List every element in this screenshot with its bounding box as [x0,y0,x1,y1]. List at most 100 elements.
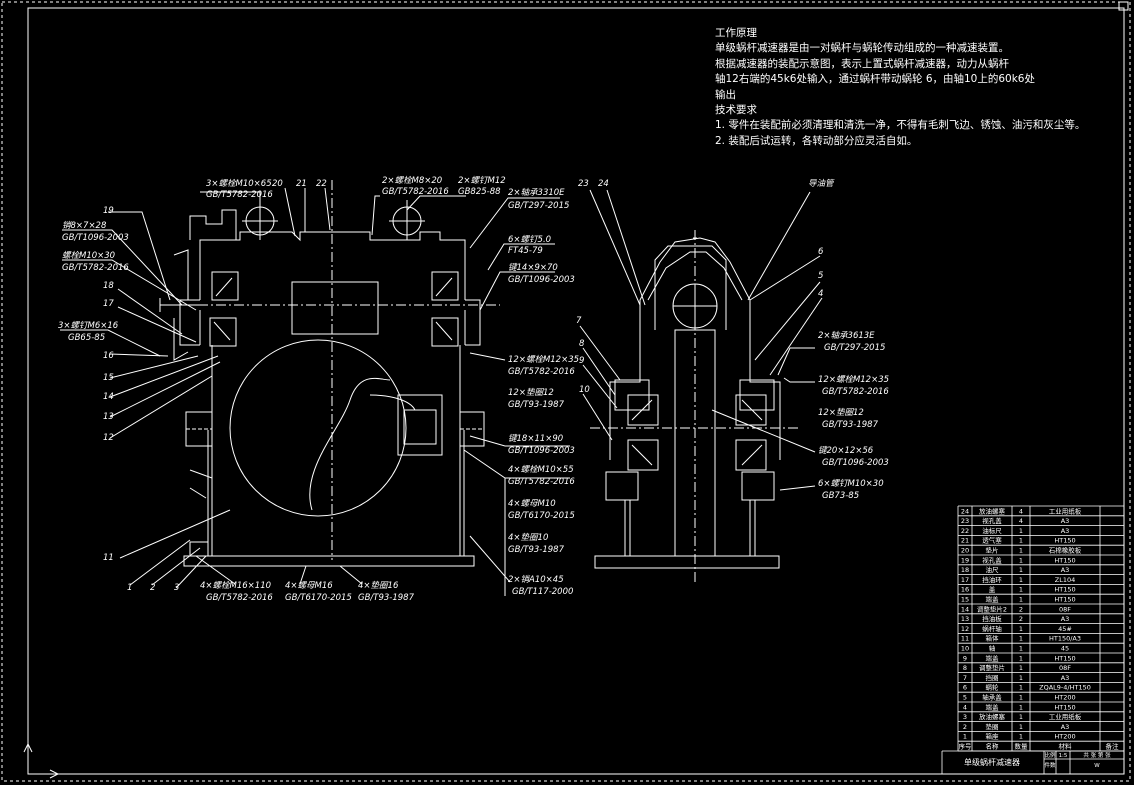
callout-front-right: 4×垫圈10 [508,532,548,543]
bom-cell: 1 [1019,674,1023,682]
bom-cell: 视孔盖 [982,516,1002,525]
callout-side: 12×螺栓M12×35 [818,374,889,385]
callout-side: GB/T93-1987 [822,420,879,430]
bom-cell: 石棉橡胶板 [1049,546,1082,555]
bom-cell: 4 [1019,507,1023,515]
callout-front-left: 销8×7×28 [62,220,107,231]
callout-side: GB/T297-2015 [824,343,885,353]
bom-cell: HT150 [1054,556,1075,564]
bom-cell: 油尺 [986,565,1000,574]
notes-line: 单级蜗杆减速器是由一对蜗杆与蜗轮传动组成的一种减速装置。 [715,42,1009,55]
callout-front-right: 键18×11×90 [508,433,563,444]
bom-cell: 7 [963,674,967,682]
bom-cell: 16 [961,586,969,594]
bom-cell: A3 [1061,566,1070,574]
callout-front-right: GB/T6170-2015 [508,511,575,521]
bom-cell: 1 [1019,733,1023,741]
bom-cell: 9 [963,654,967,662]
callout-front-top: GB/T297-2015 [508,201,569,211]
bom-cell: HT150 [1054,537,1075,545]
bom-cell: 45# [1058,625,1072,633]
bom-cell: 1 [1019,547,1023,555]
bom-cell: 轴 [989,644,996,653]
bom-cell: 4 [1019,517,1023,525]
callout-front-right: 12×垫圈12 [508,387,554,398]
bom-cell: 1 [1019,684,1023,692]
callout-front-top: GB825-88 [458,187,501,197]
bom-cell: 蜗杆轴 [982,624,1002,633]
bom-cell: 油标尺 [982,526,1002,535]
callout-front-right: 4×螺栓M10×55 [508,464,574,475]
bom-table: 24 放油螺塞 4 工业用纸板23 视孔盖 4 A322 油标尺 1 A321 透气塞 1 HT1502… [941,505,1125,774]
bom-cell: 箱座 [986,732,1000,741]
bom-cell: 23 [961,517,969,525]
notes-line: 轴12右端的45k6处输入，通过蜗杆带动蜗轮 6，由轴10上的60k6处 [715,73,1035,86]
side-leaders [579,189,823,491]
callout-front-right: GB/T5782-2016 [508,367,575,377]
callout-front-left: 17 [103,299,114,309]
callout-side: 8 [579,339,585,349]
callout-front-left: 14 [103,392,114,402]
bom-cell: 1 [1019,556,1023,564]
bom-cell: 1 [1019,694,1023,702]
bom-cell: 17 [961,576,969,584]
bom-cell: 1 [1019,664,1023,672]
callout-front-right: 2×销A10×45 [508,574,564,585]
notes-title: 工作原理 [715,27,757,39]
title-block-cell: 1:5 [1059,753,1068,759]
ucs-icon [23,742,60,779]
bom-cell: 盖 [989,585,996,594]
bom-cell: 箱体 [986,634,1000,643]
callout-front-right: 6×螺钉5.0 [508,234,551,245]
bom-cell: 透气塞 [982,536,1002,545]
bom-cell: 2 [1019,615,1023,623]
bom-cell: 2 [1019,605,1023,613]
bom-header-cell: 名称 [986,742,1000,751]
callout-side: 6×螺钉M10×30 [818,478,884,489]
callout-front-left: GB/T5782-2016 [62,263,129,273]
callout-front-right: GB/T93-1987 [508,400,565,410]
bom-cell: 调整垫片 [979,663,1005,672]
bom-cell: 挡油环 [982,575,1002,584]
callout-side: 23 [578,179,589,189]
callout-front-top: 20 [272,179,283,189]
callout-side: 24 [598,179,609,189]
callout-side: 2×轴承3613E [818,330,875,341]
callout-front-left: 12 [103,433,114,443]
callout-side: 6 [818,247,824,257]
bom-cell: 45 [1061,645,1069,653]
bom-cell: 1 [1019,645,1023,653]
bom-cell: 端盖 [986,595,1000,604]
bom-cell: 1 [1019,625,1023,633]
callout-front-left: 19 [103,206,114,216]
bom-cell: 11 [961,635,969,643]
callout-front-right: GB/T1096-2003 [508,446,575,456]
bom-cell: 1 [1019,713,1023,721]
callout-front-top: GB/T5782-2016 [206,190,273,200]
bom-cell: 1 [1019,654,1023,662]
callout-side: 键20×12×56 [818,445,874,456]
side-view [590,230,800,585]
bom-cell: 视孔盖 [982,555,1002,564]
callout-side: 4 [818,289,823,299]
callout-front-right: GB/T93-1987 [508,545,565,555]
bom-cell: 19 [961,556,969,564]
callout-front-bottom: GB/T93-1987 [358,593,415,603]
callout-front-bottom: 4×螺母M16 [285,580,333,591]
bom-cell: A3 [1061,527,1070,535]
callout-front-bottom: 3 [174,583,179,593]
bom-cell: 22 [961,527,969,535]
callout-side: 12×垫圈12 [818,407,864,418]
callout-side: GB/T1096-2003 [822,458,889,468]
bom-cell: 13 [961,615,969,623]
callout-front-left: 3×螺钉M6×16 [58,320,119,331]
bom-cell: 2 [963,723,967,731]
front-view [159,180,500,567]
callout-side: 7 [576,316,582,326]
requirements-title: 技术要求 [715,104,757,117]
bom-cell: 1 [1019,586,1023,594]
notes-line: 根据减速器的装配示意图，表示上置式蜗杆减速器，动力从蜗杆 [715,57,1009,70]
bom-cell: 8 [963,664,967,672]
bom-cell: 20 [961,547,969,555]
bom-cell: 工业用纸板 [1049,506,1082,515]
